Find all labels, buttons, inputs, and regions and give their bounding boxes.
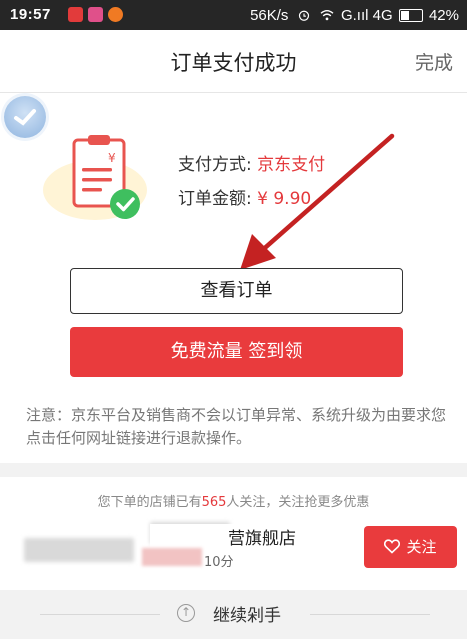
divider-line — [310, 614, 430, 615]
free-traffic-button[interactable]: 免费流量 签到领 — [70, 327, 403, 377]
annotation-arrow-icon — [240, 133, 395, 270]
arrow-up-circle-icon: ↑ — [177, 604, 195, 622]
shop-logo-blurred[interactable] — [24, 538, 134, 562]
status-time: 19:57 — [10, 6, 51, 23]
page-title: 订单支付成功 — [170, 51, 297, 75]
svg-text:¥: ¥ — [108, 151, 116, 165]
divider-line — [40, 614, 160, 615]
battery-icon — [398, 8, 423, 22]
status-bar: 19:57 56K/s G.ııl 4G 42% — [0, 0, 467, 30]
wifi-icon — [320, 10, 334, 21]
network-speed: 56K/s — [250, 6, 289, 24]
view-order-button[interactable]: 查看订单 — [70, 268, 403, 314]
header: 订单支付成功 完成 — [0, 30, 467, 93]
battery-level: 42% — [428, 6, 459, 24]
follow-hint: 您下单的店铺已有565人关注，关注抢更多优惠 — [97, 495, 370, 510]
shop-name[interactable]: 营旗舰店 — [150, 524, 296, 549]
alarm-icon — [298, 10, 309, 21]
app-notification-icon — [88, 7, 103, 22]
signal-icon: G.ııl 4G — [340, 6, 393, 24]
done-button[interactable]: 完成 — [415, 48, 453, 75]
section-divider — [0, 463, 467, 477]
security-notice: 注意：京东平台及销售商不会以订单异常、系统升级为由要求您点击任何网址链接进行退款… — [26, 406, 447, 447]
shop-tag-blurred — [142, 548, 202, 566]
app-notification-icon — [68, 7, 83, 22]
app-notification-icon — [108, 7, 123, 22]
shop-score: 10分 — [204, 555, 234, 570]
heart-icon — [384, 539, 401, 554]
continue-shopping-bar[interactable]: ↑ 继续剁手 — [0, 590, 467, 639]
clipboard-check-icon: ¥ — [43, 135, 147, 220]
follow-shop-button[interactable]: 关注 — [364, 526, 457, 568]
follower-count: 565 — [201, 495, 227, 510]
continue-shopping-label: 继续剁手 — [213, 606, 281, 626]
